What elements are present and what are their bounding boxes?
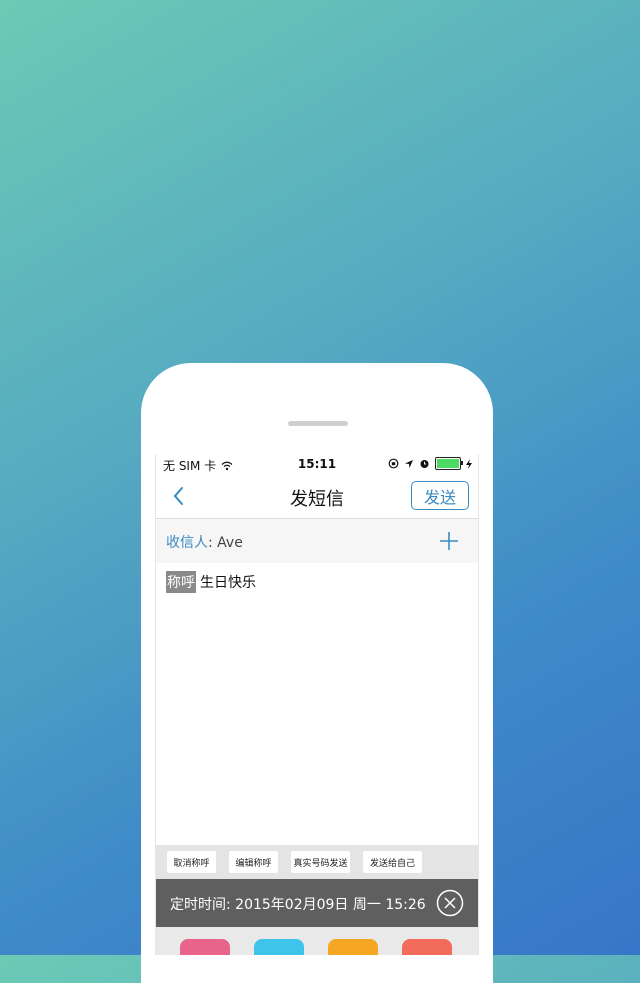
attachment-app-icon[interactable] bbox=[328, 939, 378, 955]
close-icon[interactable] bbox=[436, 889, 464, 917]
recipient-name: Ave bbox=[217, 535, 243, 551]
status-bar: 无 SIM 卡 15:11 bbox=[156, 454, 478, 474]
more-app-icon[interactable] bbox=[402, 939, 452, 955]
message-text: 生日快乐 bbox=[200, 575, 256, 591]
rotation-lock-icon bbox=[388, 458, 399, 469]
add-recipient-icon[interactable] bbox=[439, 531, 459, 551]
quick-action-bar: 取消称呼 编辑称呼 真实号码发送 发送给自己 bbox=[156, 845, 478, 879]
edit-salutation-button[interactable]: 编辑称呼 bbox=[229, 851, 278, 873]
recipient-row[interactable]: 收信人: Ave bbox=[156, 519, 478, 563]
schedule-text: 定时时间: 2015年02月09日 周一 15:26 bbox=[170, 894, 426, 914]
navigation-bar: 发短信 发送 bbox=[156, 474, 478, 519]
location-icon bbox=[405, 459, 413, 468]
phone-speaker bbox=[288, 421, 348, 426]
salutation-tag[interactable]: 称呼 bbox=[166, 571, 196, 593]
cancel-salutation-button[interactable]: 取消称呼 bbox=[167, 851, 216, 873]
recipient-separator: : bbox=[208, 535, 218, 551]
attachment-tray bbox=[156, 927, 478, 955]
app-screen: 无 SIM 卡 15:11 发短信 发送 收信人: Ave 称呼 生日快乐 取消… bbox=[155, 454, 479, 955]
recipient-label: 收信人 bbox=[166, 535, 208, 551]
schedule-bar[interactable]: 定时时间: 2015年02月09日 周一 15:26 bbox=[156, 879, 478, 927]
schedule-label: 定时时间: bbox=[170, 897, 231, 913]
send-real-number-button[interactable]: 真实号码发送 bbox=[291, 851, 350, 873]
message-app-icon[interactable] bbox=[254, 939, 304, 955]
send-to-self-button[interactable]: 发送给自己 bbox=[363, 851, 422, 873]
recipient-field[interactable]: 收信人: Ave bbox=[166, 532, 243, 552]
message-body[interactable]: 称呼 生日快乐 bbox=[166, 571, 256, 593]
charging-icon bbox=[466, 458, 472, 469]
send-button[interactable]: 发送 bbox=[411, 481, 469, 510]
alarm-icon bbox=[420, 460, 429, 468]
template-app-icon[interactable] bbox=[180, 939, 230, 955]
battery-icon bbox=[435, 457, 463, 470]
schedule-value: 2015年02月09日 周一 15:26 bbox=[235, 897, 426, 913]
